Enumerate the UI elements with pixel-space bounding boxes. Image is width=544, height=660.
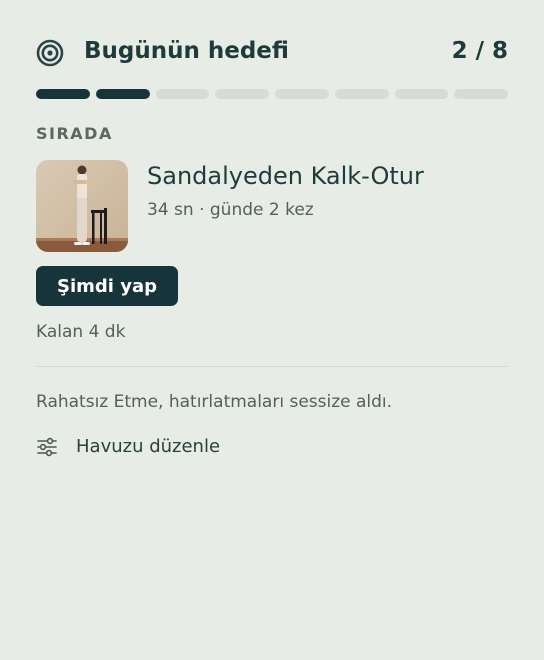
remaining-time: Kalan 4 dk bbox=[36, 322, 126, 342]
divider bbox=[36, 366, 508, 367]
exercise-meta: 34 sn · günde 2 kez bbox=[147, 200, 314, 220]
goal-progress-bar bbox=[36, 89, 508, 99]
progress-segment-pending bbox=[394, 89, 449, 99]
goal-count: 2 / 8 bbox=[451, 38, 508, 64]
progress-segment-done bbox=[95, 89, 150, 99]
queue-section-label: SIRADA bbox=[36, 124, 113, 143]
progress-segment-pending bbox=[155, 89, 210, 99]
progress-segment-pending bbox=[275, 89, 329, 99]
progress-segment-done bbox=[36, 89, 90, 99]
goal-title: Bugünün hedefi bbox=[84, 38, 289, 64]
goal-header: Bugünün hedefi 2 / 8 bbox=[36, 36, 508, 70]
progress-segment-pending bbox=[334, 89, 389, 99]
sliders-icon bbox=[37, 437, 57, 457]
progress-segment-pending bbox=[215, 89, 269, 99]
exercise-thumbnail bbox=[36, 160, 128, 252]
do-not-disturb-notice: Rahatsız Etme, hatırlatmaları sessize al… bbox=[36, 392, 393, 412]
edit-pool-label: Havuzu düzenle bbox=[76, 436, 221, 457]
target-icon bbox=[36, 39, 64, 67]
progress-segment-pending bbox=[454, 89, 508, 99]
exercise-title: Sandalyeden Kalk-Otur bbox=[147, 162, 424, 190]
do-now-button[interactable]: Şimdi yap bbox=[36, 266, 178, 306]
